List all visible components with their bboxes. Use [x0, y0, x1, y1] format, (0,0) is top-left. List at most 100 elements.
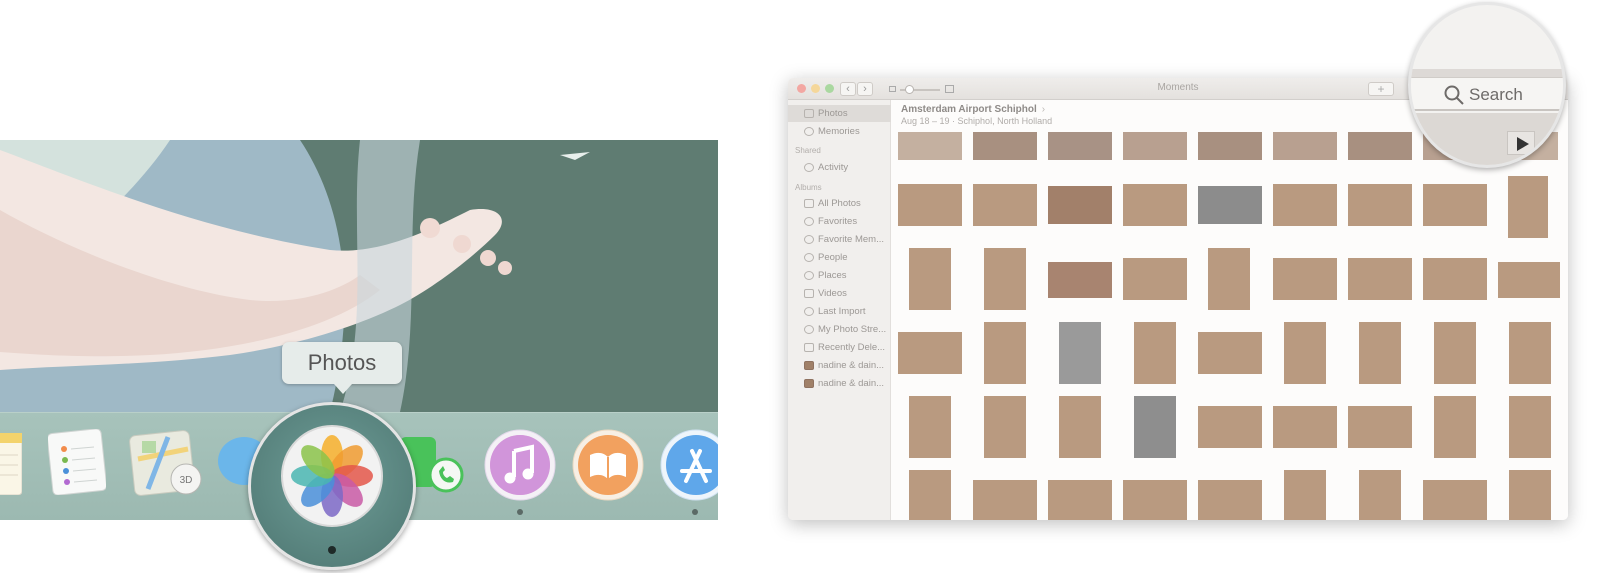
sidebar-item-activity[interactable]: Activity	[788, 159, 891, 176]
photo-thumbnail[interactable]	[1509, 396, 1551, 458]
photo-thumbnail[interactable]	[1284, 470, 1326, 520]
sidebar-item-label: Favorite Mem...	[818, 234, 884, 245]
search-field[interactable]: Search	[1411, 77, 1563, 111]
photo-thumbnail[interactable]	[1059, 322, 1101, 384]
photo-thumbnail[interactable]	[1273, 406, 1337, 448]
photo-thumbnail[interactable]	[984, 322, 1026, 384]
magnified-content	[1411, 113, 1563, 165]
photo-thumbnail[interactable]	[1423, 184, 1487, 226]
photo-thumbnail[interactable]	[1134, 396, 1176, 458]
sidebar-item-places[interactable]: Places	[788, 267, 891, 284]
photo-thumbnail[interactable]	[1048, 186, 1112, 224]
play-icon	[1517, 137, 1529, 151]
sidebar-item-memories[interactable]: Memories	[788, 123, 891, 140]
photo-thumbnail[interactable]	[909, 248, 951, 310]
photo-thumbnail[interactable]	[1198, 186, 1262, 224]
photo-thumbnail[interactable]	[973, 132, 1037, 160]
photo-thumbnail[interactable]	[1508, 176, 1548, 238]
photo-thumbnail[interactable]	[1273, 184, 1337, 226]
close-button[interactable]	[797, 84, 806, 93]
notes-icon	[0, 432, 23, 496]
photo-thumbnail[interactable]	[1134, 322, 1176, 384]
cloud-icon	[804, 163, 814, 172]
sidebar-item-album-2[interactable]: nadine & dain...	[788, 375, 891, 392]
photo-thumbnail[interactable]	[898, 132, 962, 160]
photo-thumbnail[interactable]	[1509, 322, 1551, 384]
photos-running-dot	[328, 546, 336, 554]
photo-thumbnail[interactable]	[909, 396, 951, 458]
photo-thumbnail[interactable]	[1048, 132, 1112, 160]
photo-thumbnail[interactable]	[1348, 258, 1412, 300]
photo-thumbnail[interactable]	[1048, 262, 1112, 298]
photo-thumbnail[interactable]	[1123, 480, 1187, 520]
dock-app-maps[interactable]: 3D	[128, 429, 206, 499]
photo-thumbnail[interactable]	[1048, 480, 1112, 520]
sidebar-item-favorites[interactable]: Favorites	[788, 213, 891, 230]
photo-thumbnail[interactable]	[898, 184, 962, 226]
zoom-button[interactable]	[825, 84, 834, 93]
photo-thumbnail[interactable]	[984, 248, 1026, 310]
toolbar-strip	[1411, 69, 1563, 77]
sidebar-item-label: Recently Dele...	[818, 342, 886, 353]
photo-thumbnail[interactable]	[1198, 406, 1262, 448]
sidebar-item-recently-deleted[interactable]: Recently Dele...	[788, 339, 891, 356]
zoom-slider-knob[interactable]	[905, 85, 914, 94]
photo-thumbnail[interactable]	[898, 332, 962, 374]
dock-app-reminders[interactable]	[46, 428, 108, 496]
back-button[interactable]: ‹	[840, 82, 856, 96]
photo-thumbnail[interactable]	[1348, 132, 1412, 160]
sidebar-item-last-import[interactable]: Last Import	[788, 303, 891, 320]
sidebar-item-my-photo-stream[interactable]: My Photo Stre...	[788, 321, 891, 338]
film-icon	[804, 289, 814, 298]
dock-tooltip: Photos	[282, 342, 402, 394]
trash-icon	[804, 343, 814, 352]
slideshow-button[interactable]	[1507, 131, 1535, 155]
dock-app-notes[interactable]	[0, 432, 23, 496]
photo-thumbnail[interactable]	[1198, 480, 1262, 520]
dock-app-ibooks[interactable]	[572, 429, 644, 501]
photo-thumbnail[interactable]	[1198, 132, 1262, 160]
minimize-button[interactable]	[811, 84, 820, 93]
photo-thumbnail[interactable]	[1208, 248, 1250, 310]
sidebar-item-album-1[interactable]: nadine & dain...	[788, 357, 891, 374]
photo-thumbnail[interactable]	[1123, 132, 1187, 160]
photo-thumbnail[interactable]	[984, 396, 1026, 458]
photo-thumbnail[interactable]	[1273, 132, 1337, 160]
photo-thumbnail[interactable]	[1348, 184, 1412, 226]
photo-thumbnail[interactable]	[1348, 406, 1412, 448]
photo-thumbnail[interactable]	[973, 480, 1037, 520]
sidebar-item-people[interactable]: People	[788, 249, 891, 266]
photo-thumbnail[interactable]	[1273, 258, 1337, 300]
photo-thumbnail[interactable]	[1509, 470, 1551, 520]
photo-thumbnail[interactable]	[1123, 258, 1187, 300]
sidebar-item-label: Places	[818, 270, 847, 281]
pin-icon	[804, 271, 814, 280]
photo-thumbnail[interactable]	[1498, 262, 1560, 298]
photo-thumbnail[interactable]	[1359, 322, 1401, 384]
sidebar-item-photos[interactable]: Photos	[788, 105, 891, 122]
photo-thumbnail[interactable]	[1198, 332, 1262, 374]
sidebar-item-videos[interactable]: Videos	[788, 285, 891, 302]
dock-app-app-store[interactable]	[660, 429, 718, 501]
search-placeholder: Search	[1469, 85, 1523, 104]
photo-thumbnail[interactable]	[1434, 396, 1476, 458]
photo-thumbnail[interactable]	[1123, 184, 1187, 226]
moment-header[interactable]: Amsterdam Airport Schiphol ›	[901, 104, 1045, 115]
photo-thumbnail[interactable]	[1359, 470, 1401, 520]
photo-thumbnail[interactable]	[1059, 396, 1101, 458]
photo-thumbnail[interactable]	[1284, 322, 1326, 384]
photo-thumbnail[interactable]	[1434, 322, 1476, 384]
dock-app-itunes[interactable]	[484, 429, 556, 501]
photo-thumbnail[interactable]	[973, 184, 1037, 226]
window-title: Moments	[1157, 82, 1199, 93]
sidebar-item-favorite-memories[interactable]: Favorite Mem...	[788, 231, 891, 248]
memories-icon	[804, 235, 814, 244]
photos-icon-magnifier[interactable]	[248, 402, 416, 570]
sidebar-item-all-photos[interactable]: All Photos	[788, 195, 891, 212]
album-thumbnail-icon	[804, 361, 814, 370]
photo-thumbnail[interactable]	[909, 470, 951, 520]
forward-button[interactable]: ›	[857, 82, 873, 96]
photo-thumbnail[interactable]	[1423, 258, 1487, 300]
add-button[interactable]: +	[1368, 82, 1394, 96]
photo-thumbnail[interactable]	[1423, 480, 1487, 520]
